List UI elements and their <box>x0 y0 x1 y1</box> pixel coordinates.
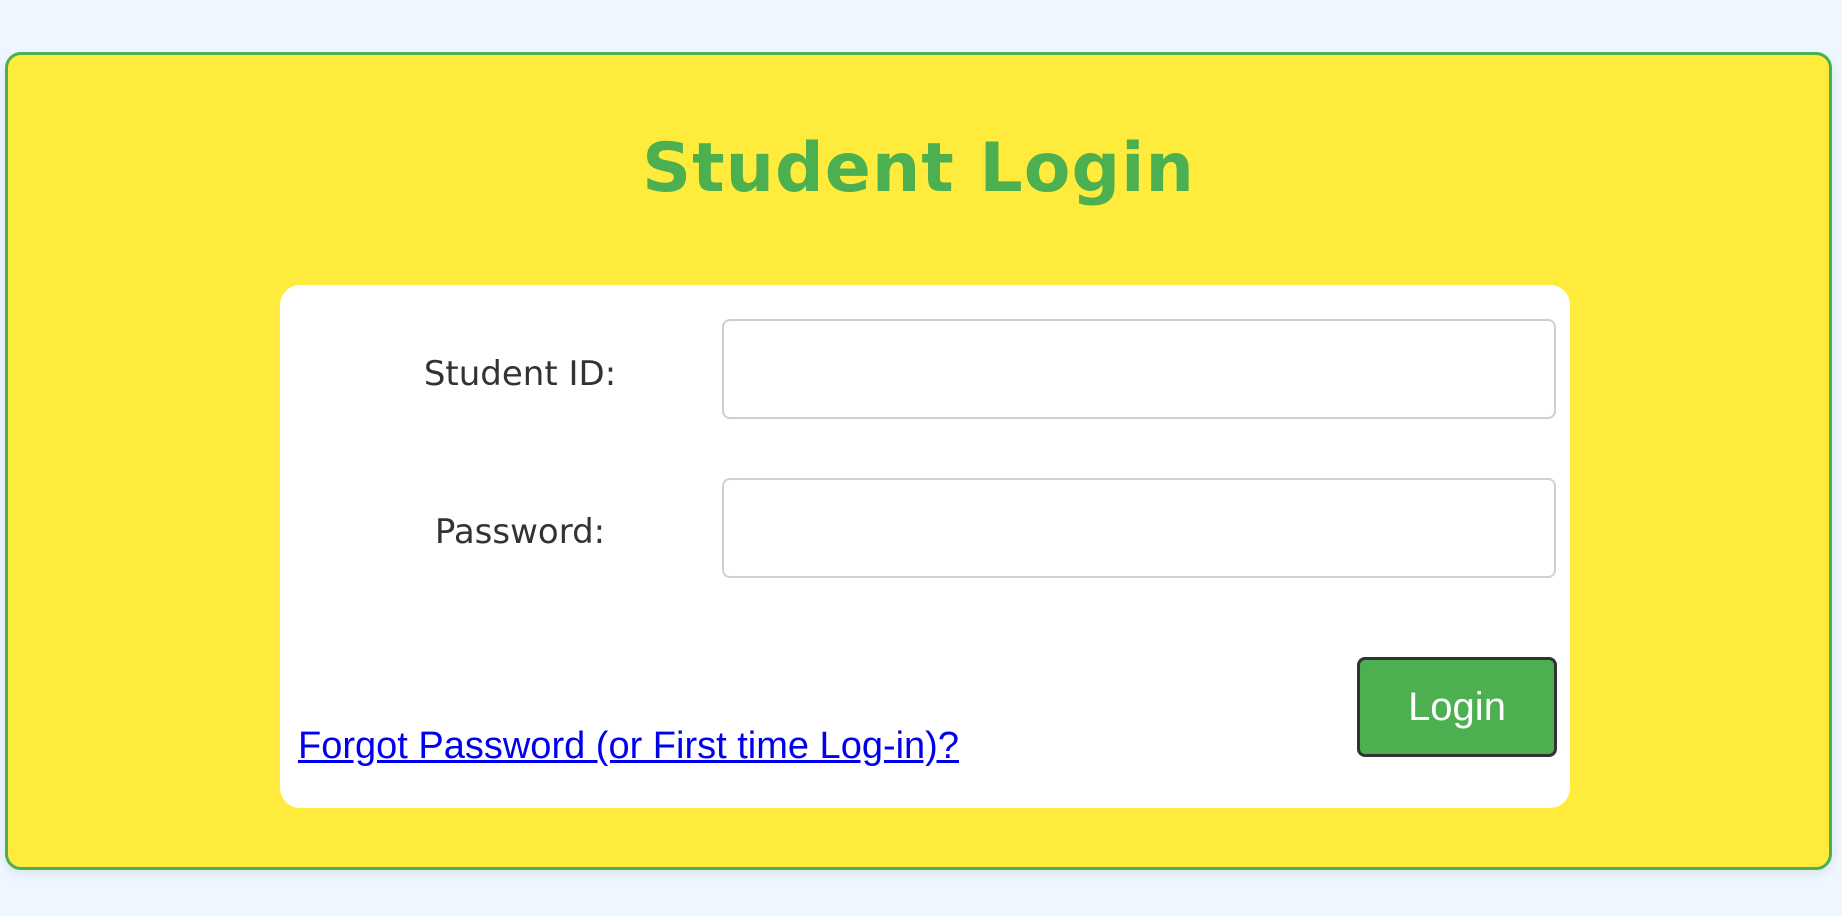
login-form-panel: Student ID: Password: Login Forgot Passw… <box>280 285 1570 808</box>
login-button[interactable]: Login <box>1357 657 1557 757</box>
forgot-password-link[interactable]: Forgot Password (or First time Log-in)? <box>298 725 959 768</box>
student-id-input[interactable] <box>722 319 1556 419</box>
login-card: Student Login Student ID: Password: Logi… <box>5 52 1832 870</box>
student-id-label: Student ID: <box>423 354 617 394</box>
page-title: Student Login <box>642 129 1195 208</box>
password-input[interactable] <box>722 478 1556 578</box>
password-label: Password: <box>434 512 606 552</box>
